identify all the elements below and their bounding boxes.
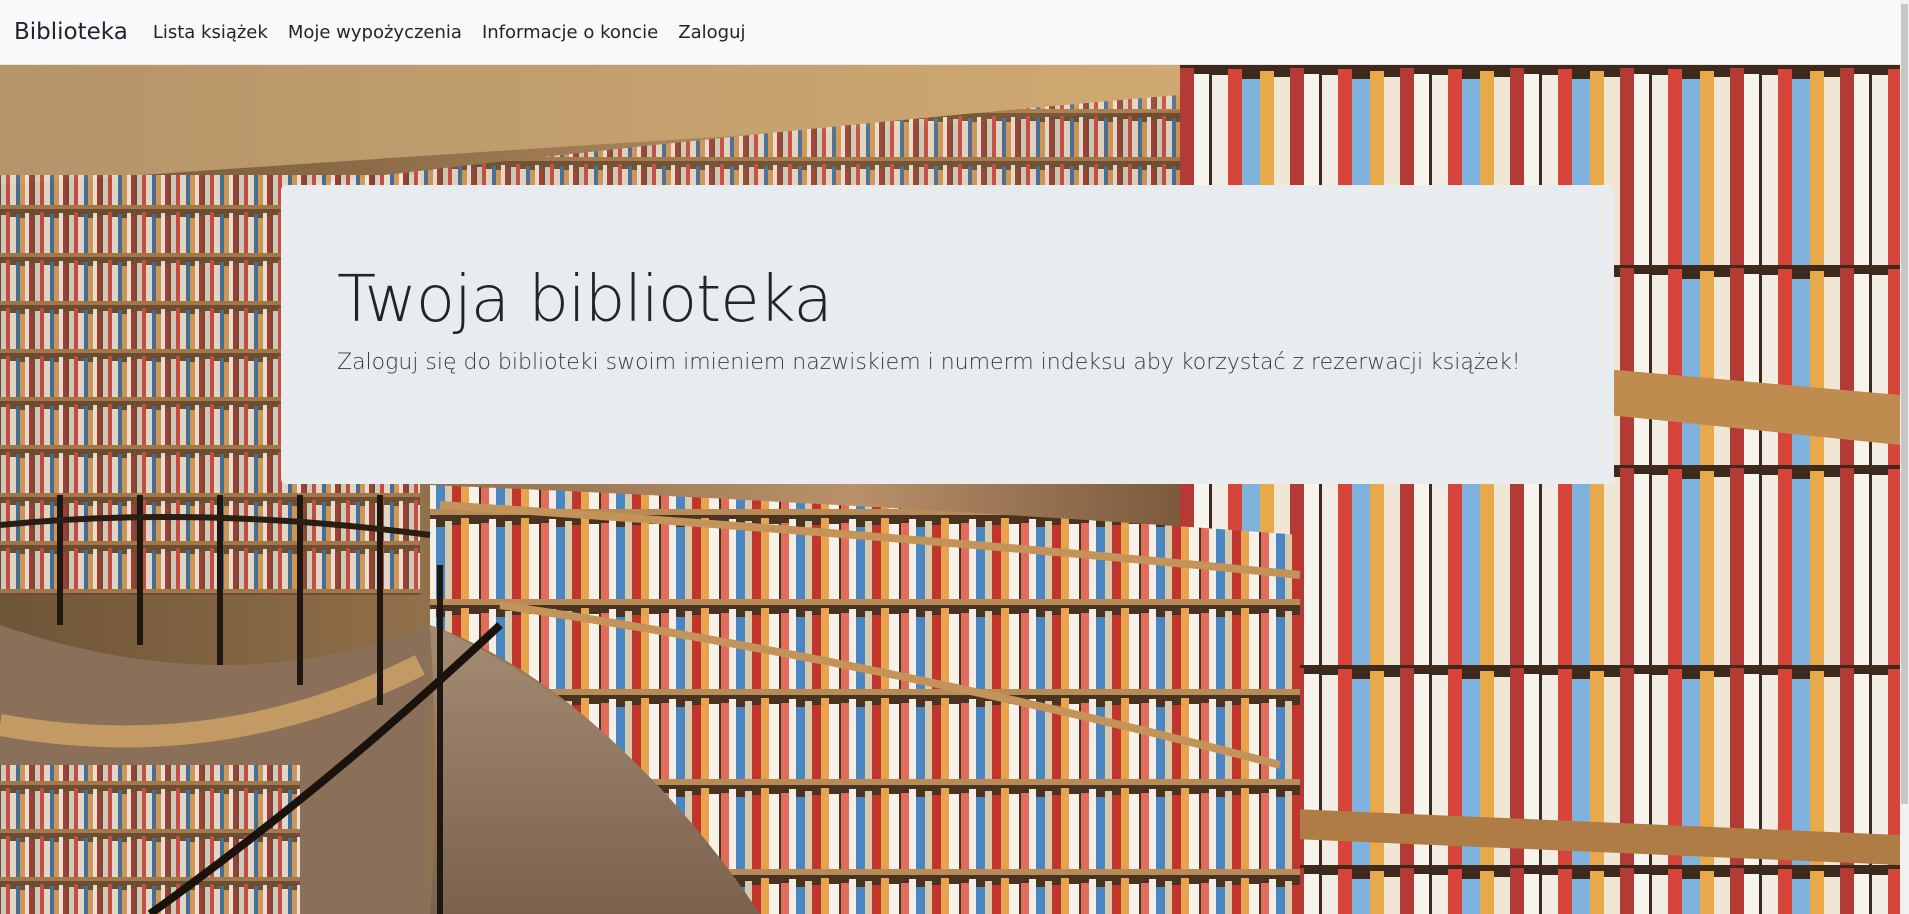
hero-title: Twoja biblioteka [337, 263, 833, 337]
nav-link-book-list[interactable]: Lista książek [143, 22, 278, 43]
brand-link[interactable]: Biblioteka [14, 20, 128, 44]
nav-link-my-loans[interactable]: Moje wypożyczenia [278, 22, 472, 43]
nav-link-account-info[interactable]: Informacje o koncie [472, 22, 668, 43]
nav-links: Lista książek Moje wypożyczenia Informac… [143, 23, 756, 42]
top-navbar: Biblioteka Lista książek Moje wypożyczen… [0, 0, 1900, 65]
scrollbar-thumb[interactable] [1901, 4, 1908, 804]
page-scrollbar[interactable] [1900, 0, 1909, 914]
nav-link-login[interactable]: Zaloguj [668, 22, 755, 43]
hero-lead-text: Zaloguj się do biblioteki swoim imieniem… [337, 350, 1521, 376]
hero-jumbotron: Twoja biblioteka Zaloguj się do bibliote… [281, 185, 1614, 484]
